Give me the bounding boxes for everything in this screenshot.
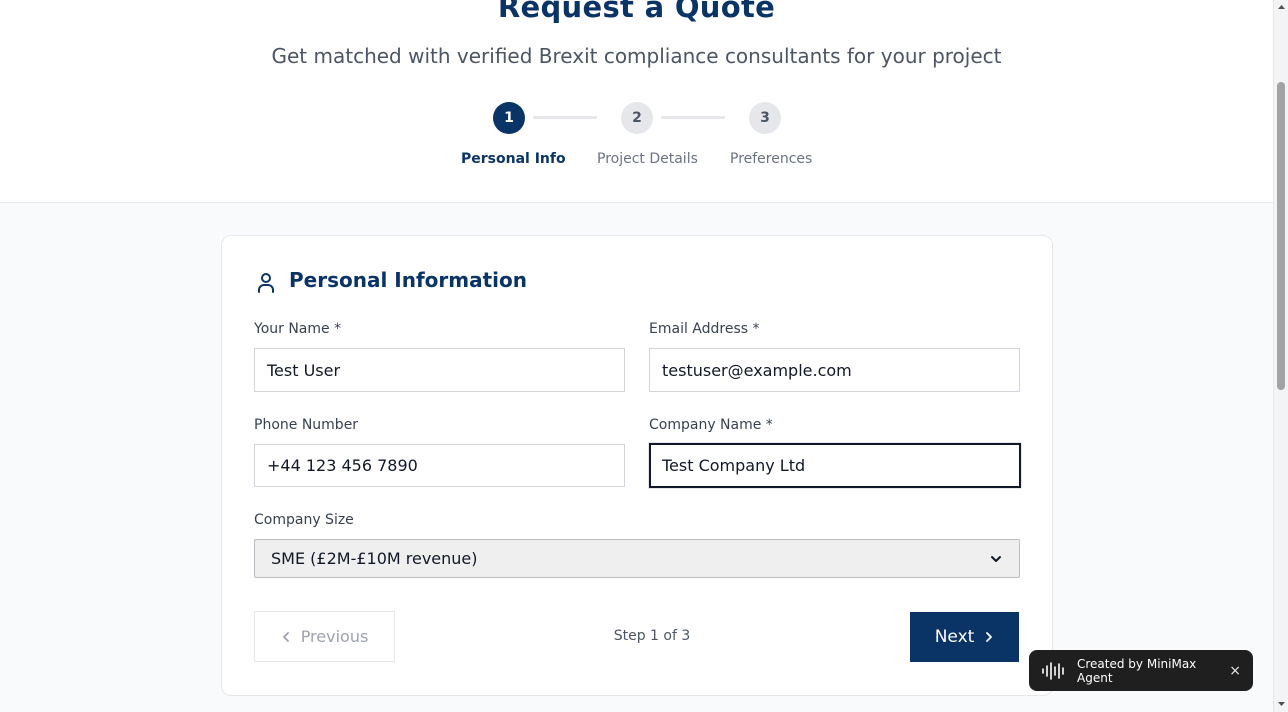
step-1-circle: 1	[493, 102, 525, 134]
user-icon	[258, 273, 274, 293]
waveform-icon	[1042, 661, 1064, 680]
minimax-badge[interactable]: Created by MiniMax Agent ×	[1029, 650, 1253, 691]
step-1-label: Personal Info	[461, 151, 566, 167]
step-connector-2	[661, 116, 725, 119]
company-input[interactable]	[649, 443, 1021, 488]
previous-button[interactable]: Previous	[254, 611, 395, 662]
name-label: Your Name *	[254, 321, 342, 337]
next-button[interactable]: Next	[910, 612, 1019, 662]
phone-input[interactable]	[254, 444, 625, 487]
section-title: Personal Information	[289, 268, 527, 292]
step-counter: Step 1 of 3	[613, 628, 691, 644]
company-size-value: SME (£2M-£10M revenue)	[271, 549, 478, 568]
step-2-label: Project Details	[597, 151, 698, 167]
company-label: Company Name *	[649, 417, 773, 433]
step-connector-1	[533, 116, 597, 119]
page-header: Request a Quote Get matched with verifie…	[0, 0, 1273, 203]
email-input[interactable]	[649, 348, 1020, 392]
chevron-down-icon	[991, 555, 1001, 562]
scroll-down-arrow-icon[interactable]	[1277, 699, 1286, 708]
chevron-right-icon	[986, 632, 993, 642]
close-icon[interactable]: ×	[1229, 663, 1241, 679]
scrollbar[interactable]	[1273, 0, 1288, 712]
scroll-thumb[interactable]	[1277, 82, 1285, 390]
scroll-up-arrow-icon[interactable]	[1277, 3, 1286, 12]
company-size-select[interactable]: SME (£2M-£10M revenue)	[254, 539, 1020, 578]
previous-label: Previous	[300, 627, 369, 646]
chevron-left-icon	[282, 631, 289, 642]
email-label: Email Address *	[649, 321, 760, 337]
company-size-label: Company Size	[254, 512, 354, 528]
page-title: Request a Quote	[497, 0, 776, 24]
badge-text: Created by MiniMax Agent	[1077, 656, 1197, 685]
step-3-label: Preferences	[730, 151, 813, 167]
step-2-circle: 2	[621, 102, 653, 134]
name-input[interactable]	[254, 348, 625, 392]
step-3-circle: 3	[749, 102, 781, 134]
page-subtitle: Get matched with verified Brexit complia…	[271, 44, 1002, 68]
phone-label: Phone Number	[254, 417, 359, 433]
next-label: Next	[934, 627, 975, 647]
